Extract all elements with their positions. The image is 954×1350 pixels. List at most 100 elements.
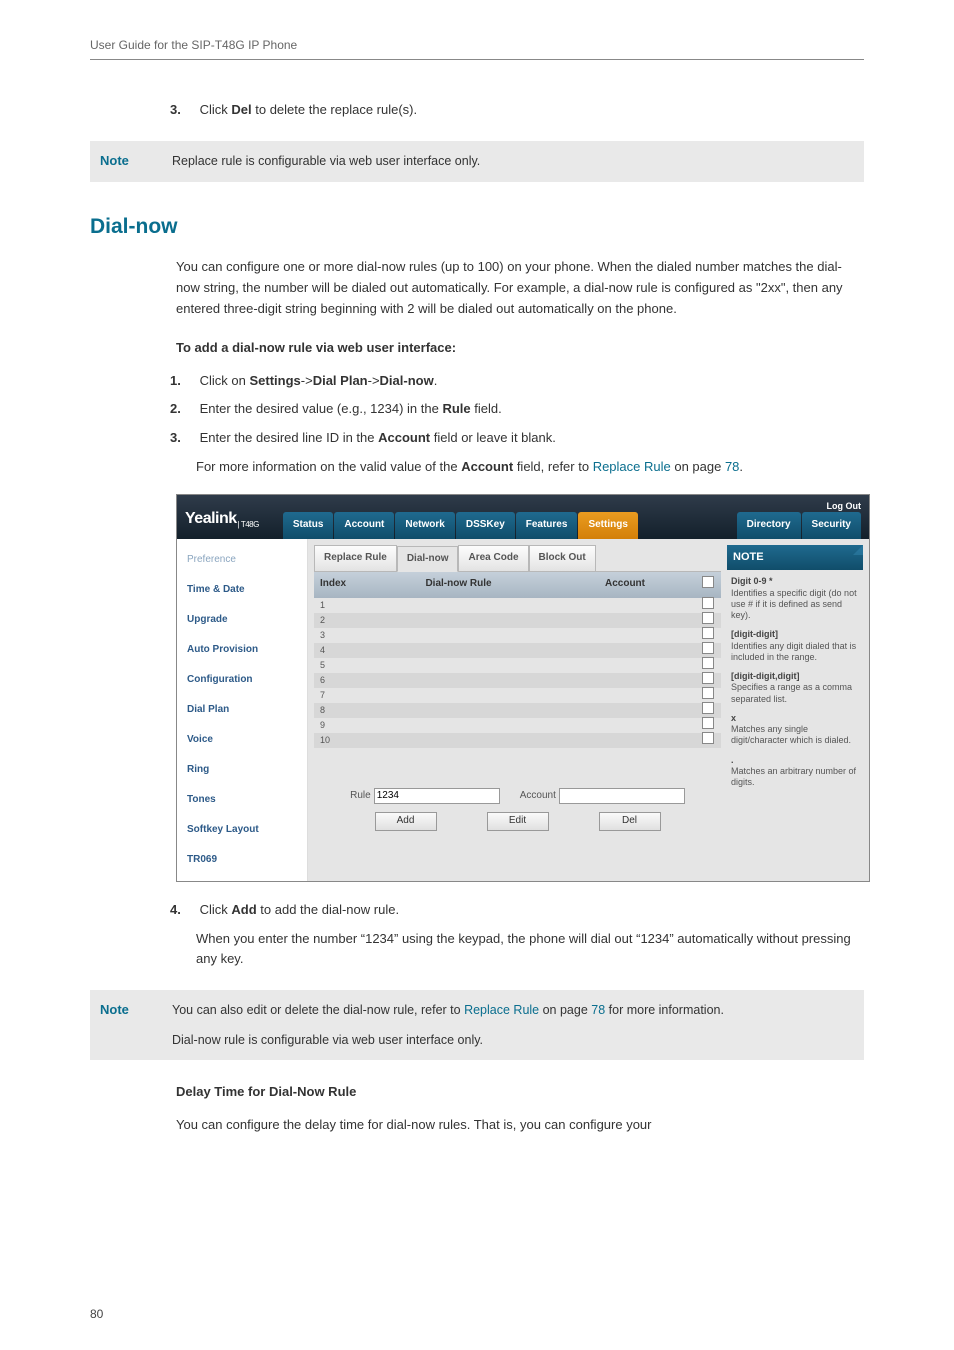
t: -> [368,373,380,388]
row-checkbox[interactable] [695,717,721,733]
sub-tab-dial-now[interactable]: Dial-now [397,546,459,572]
link-replace-rule[interactable]: Replace Rule [593,459,671,474]
t: . [434,373,438,388]
t: field or leave it blank. [430,430,556,445]
logout-link[interactable]: Log Out [827,499,862,513]
sidebar-item-ring[interactable]: Ring [177,755,307,785]
page-number: 80 [90,1305,103,1324]
step-num: 4. [170,900,196,921]
table-row: 8 [314,703,721,718]
form-row: Rule Account [314,788,721,804]
table-row: 6 [314,673,721,688]
link-page[interactable]: 78 [725,459,739,474]
step-text-pre: Click [200,102,232,117]
t: For more information on the valid value … [196,459,461,474]
cell-index: 5 [314,658,362,672]
top-tab-settings[interactable]: Settings [578,512,637,539]
row-checkbox[interactable] [695,672,721,688]
page-header: User Guide for the SIP-T48G IP Phone [90,36,864,60]
table-row: 3 [314,628,721,643]
rule-input[interactable] [374,788,500,804]
link-page[interactable]: 78 [591,1003,605,1017]
row-checkbox[interactable] [695,612,721,628]
step-2: 2. Enter the desired value (e.g., 1234) … [170,399,864,420]
top-tab-directory[interactable]: Directory [737,512,801,539]
t: Account [378,430,430,445]
add-button[interactable]: Add [375,812,437,831]
del-button[interactable]: Del [599,812,661,831]
sidebar-item-preference[interactable]: Preference [177,545,307,575]
sub-tab-block-out[interactable]: Block Out [529,545,596,571]
top-tab-status[interactable]: Status [283,512,334,539]
step-num: 3. [170,428,196,449]
row-checkbox[interactable] [695,642,721,658]
step-text-bold: Del [231,102,251,117]
sidebar-item-tr069[interactable]: TR069 [177,845,307,875]
row-checkbox[interactable] [695,627,721,643]
note-label: Note [90,141,172,182]
t: Rule [442,401,470,416]
cell-index: 6 [314,673,362,687]
t: -> [301,373,313,388]
table-row: 10 [314,733,721,748]
step-num: 1. [170,371,196,392]
col-rule: Dial-now Rule [362,572,555,598]
step-4: 4. Click Add to add the dial-now rule. [170,900,864,921]
sidebar-item-time-date[interactable]: Time & Date [177,575,307,605]
note-panel: NOTE Digit 0-9 *Identifies a specific di… [727,539,869,881]
rule-label: Rule [350,788,371,804]
top-tab-features[interactable]: Features [516,512,578,539]
top-tab-dsskey[interactable]: DSSKey [456,512,515,539]
row-checkbox[interactable] [695,657,721,673]
cell-index: 1 [314,598,362,612]
note-item: [digit-digit]Identifies any digit dialed… [731,629,859,663]
top-tab-security[interactable]: Security [802,512,861,539]
col-index: Index [314,572,362,598]
note-secondary: Dial-now rule is configurable via web us… [172,1030,724,1050]
note-box-2: Note You can also edit or delete the dia… [90,990,864,1060]
note-item: .Matches an arbitrary number of digits. [731,755,859,789]
link-replace-rule[interactable]: Replace Rule [464,1003,539,1017]
account-label: Account [520,788,556,804]
row-checkbox[interactable] [695,597,721,613]
cell-index: 3 [314,628,362,642]
step-num: 2. [170,399,196,420]
sidebar-item-upgrade[interactable]: Upgrade [177,605,307,635]
note-item: Digit 0-9 *Identifies a specific digit (… [731,576,859,621]
table-row: 9 [314,718,721,733]
note-content: Replace rule is configurable via web use… [172,141,490,182]
t: Click [200,902,232,917]
sidebar-item-voice[interactable]: Voice [177,725,307,755]
top-tabs: StatusAccountNetworkDSSKeyFeaturesSettin… [283,512,861,539]
t: on page [671,459,725,474]
edit-button[interactable]: Edit [487,812,549,831]
col-select-all[interactable] [695,572,721,598]
step-4-sub: When you enter the number “1234” using t… [196,929,864,971]
t: Settings [249,373,300,388]
t: Add [231,902,256,917]
sub-tab-area-code[interactable]: Area Code [458,545,528,571]
t: field. [471,401,502,416]
sub-tab-replace-rule[interactable]: Replace Rule [314,545,397,571]
account-input[interactable] [559,788,685,804]
table-row: 2 [314,613,721,628]
row-checkbox[interactable] [695,732,721,748]
note-item: xMatches any single digit/character whic… [731,713,859,747]
top-tab-account[interactable]: Account [334,512,394,539]
row-checkbox[interactable] [695,687,721,703]
step-3: 3. Enter the desired line ID in the Acco… [170,428,864,449]
row-checkbox[interactable] [695,702,721,718]
t: field, refer to [513,459,592,474]
t: on page [539,1003,591,1017]
sidebar-item-tones[interactable]: Tones [177,785,307,815]
sidebar-item-auto-provision[interactable]: Auto Provision [177,635,307,665]
sidebar-item-softkey-layout[interactable]: Softkey Layout [177,815,307,845]
note-box: Note Replace rule is configurable via we… [90,141,864,182]
t: Enter the desired value (e.g., 1234) in … [200,401,443,416]
sidebar-item-dial-plan[interactable]: Dial Plan [177,695,307,725]
top-tab-network[interactable]: Network [395,512,454,539]
col-account: Account [555,572,695,598]
cell-index: 10 [314,733,362,747]
t: Account [461,459,513,474]
sidebar-item-configuration[interactable]: Configuration [177,665,307,695]
